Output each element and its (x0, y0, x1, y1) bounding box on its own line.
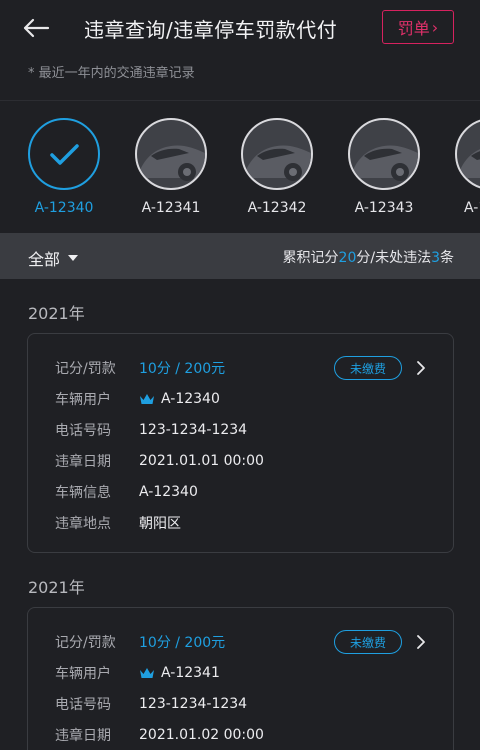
vehicle-avatar (135, 118, 207, 190)
record-row-penalty: 记分/罚款 10分 / 200元 (55, 358, 225, 378)
record-row-phone: 电话号码 123-1234-1234 (55, 420, 247, 440)
vehicle-plate: A-12340 (34, 200, 94, 216)
app-header: 违章查询/违章停车罚款代付 罚单 › (0, 0, 480, 56)
vehicle-selector: A-12340 A-12341 A-12342 A-12343 A- (0, 118, 480, 228)
page: 违章查询/违章停车罚款代付 罚单 › * 最近一年内的交通违章记录 A-1234… (0, 0, 480, 750)
filter-dropdown[interactable]: 全部 (28, 246, 79, 270)
vehicle-item-5[interactable]: A-1 (446, 118, 480, 216)
record-row-date: 违章日期 2021.01.01 00:00 (55, 451, 264, 471)
chevron-right-icon: › (431, 17, 439, 37)
vehicle-plate: A-12342 (247, 200, 307, 216)
row-value: A-12340 (161, 391, 220, 407)
row-label: 电话号码 (55, 697, 111, 713)
status-badge: 未缴费 (334, 630, 402, 654)
vehicle-item-2[interactable]: A-12341 (126, 118, 216, 216)
record-row-location: 违章地点 朝阳区 (55, 513, 181, 533)
vehicle-item-4[interactable]: A-12343 (339, 118, 429, 216)
row-value: 10分 / 200元 (139, 635, 226, 651)
summary-suffix: 条 (440, 250, 454, 266)
row-value: 123-1234-1234 (139, 422, 248, 438)
chevron-right-icon (417, 361, 425, 375)
records-subtitle: * 最近一年内的交通违章记录 (28, 66, 195, 81)
filter-label: 全部 (28, 250, 61, 269)
row-value-user: A-12340 (139, 391, 220, 407)
record-row-date: 违章日期 2021.01.02 00:00 (55, 725, 264, 745)
row-value: 123-1234-1234 (139, 696, 248, 712)
vehicle-plate: A-12343 (354, 200, 414, 216)
row-label: 记分/罚款 (55, 361, 116, 377)
vehicle-plate: A-1 (464, 200, 480, 216)
row-value: A-12340 (139, 484, 198, 500)
record-row-penalty: 记分/罚款 10分 / 200元 (55, 632, 225, 652)
violation-card[interactable]: 未缴费 记分/罚款 10分 / 200元 车辆用户 A-12341 电话号码 1… (27, 607, 454, 750)
vehicle-avatar (455, 118, 480, 190)
vehicle-avatar-selected (28, 118, 100, 190)
vehicle-item-1[interactable]: A-12340 (19, 118, 109, 216)
vehicle-avatar (241, 118, 313, 190)
vehicle-plate: A-12341 (141, 200, 201, 216)
row-label: 车辆用户 (55, 666, 111, 682)
crown-icon (140, 668, 154, 678)
violation-summary: 累积记分20分/未处违法3条 (283, 247, 454, 267)
row-value-user: A-12341 (139, 665, 220, 681)
vehicle-item-3[interactable]: A-12342 (232, 118, 322, 216)
caret-down-icon (68, 255, 79, 261)
status-badge: 未缴费 (334, 356, 402, 380)
vehicle-avatar (348, 118, 420, 190)
car-icon (247, 145, 311, 181)
summary-prefix: 累积记分 (282, 250, 339, 266)
record-row-phone: 电话号码 123-1234-1234 (55, 694, 247, 714)
row-value: 2021.01.02 00:00 (139, 727, 264, 743)
card-chevron[interactable] (416, 630, 432, 654)
summary-mid: 分/未处违法 (356, 250, 432, 266)
row-label: 记分/罚款 (55, 635, 116, 651)
record-year: 2021年 (28, 578, 85, 597)
row-value: 2021.01.01 00:00 (139, 453, 264, 469)
violation-card[interactable]: 未缴费 记分/罚款 10分 / 200元 车辆用户 A-12340 电话号码 1… (27, 333, 454, 553)
filter-bar: 全部 累积记分20分/未处违法3条 (0, 233, 480, 279)
record-row-vehicle: 车辆信息 A-12340 (55, 482, 198, 502)
row-value: 10分 / 200元 (139, 361, 226, 377)
row-label: 违章地点 (55, 516, 111, 532)
card-chevron[interactable] (416, 356, 432, 380)
record-row-user: 车辆用户 A-12340 (55, 389, 220, 409)
back-button[interactable] (22, 12, 58, 44)
row-label: 违章日期 (55, 728, 111, 744)
summary-points: 20 (338, 250, 357, 266)
row-label: 违章日期 (55, 454, 111, 470)
row-label: 车辆信息 (55, 485, 111, 501)
checkmark-icon (50, 144, 79, 165)
crown-icon (140, 394, 154, 404)
record-year: 2021年 (28, 304, 85, 323)
row-value: 朝阳区 (139, 516, 181, 532)
car-icon (141, 145, 205, 181)
page-title: 违章查询/违章停车罚款代付 (84, 18, 338, 42)
chevron-right-icon (417, 635, 425, 649)
header-divider (0, 100, 480, 101)
car-icon (461, 149, 480, 178)
summary-count: 3 (431, 250, 440, 266)
ticket-button-label: 罚单 (397, 19, 430, 38)
row-value: A-12341 (161, 665, 220, 681)
record-row-user: 车辆用户 A-12341 (55, 663, 220, 683)
back-arrow-icon (23, 18, 50, 38)
row-label: 车辆用户 (55, 392, 111, 408)
car-icon (354, 145, 418, 181)
row-label: 电话号码 (55, 423, 111, 439)
ticket-button[interactable]: 罚单 › (382, 10, 454, 44)
